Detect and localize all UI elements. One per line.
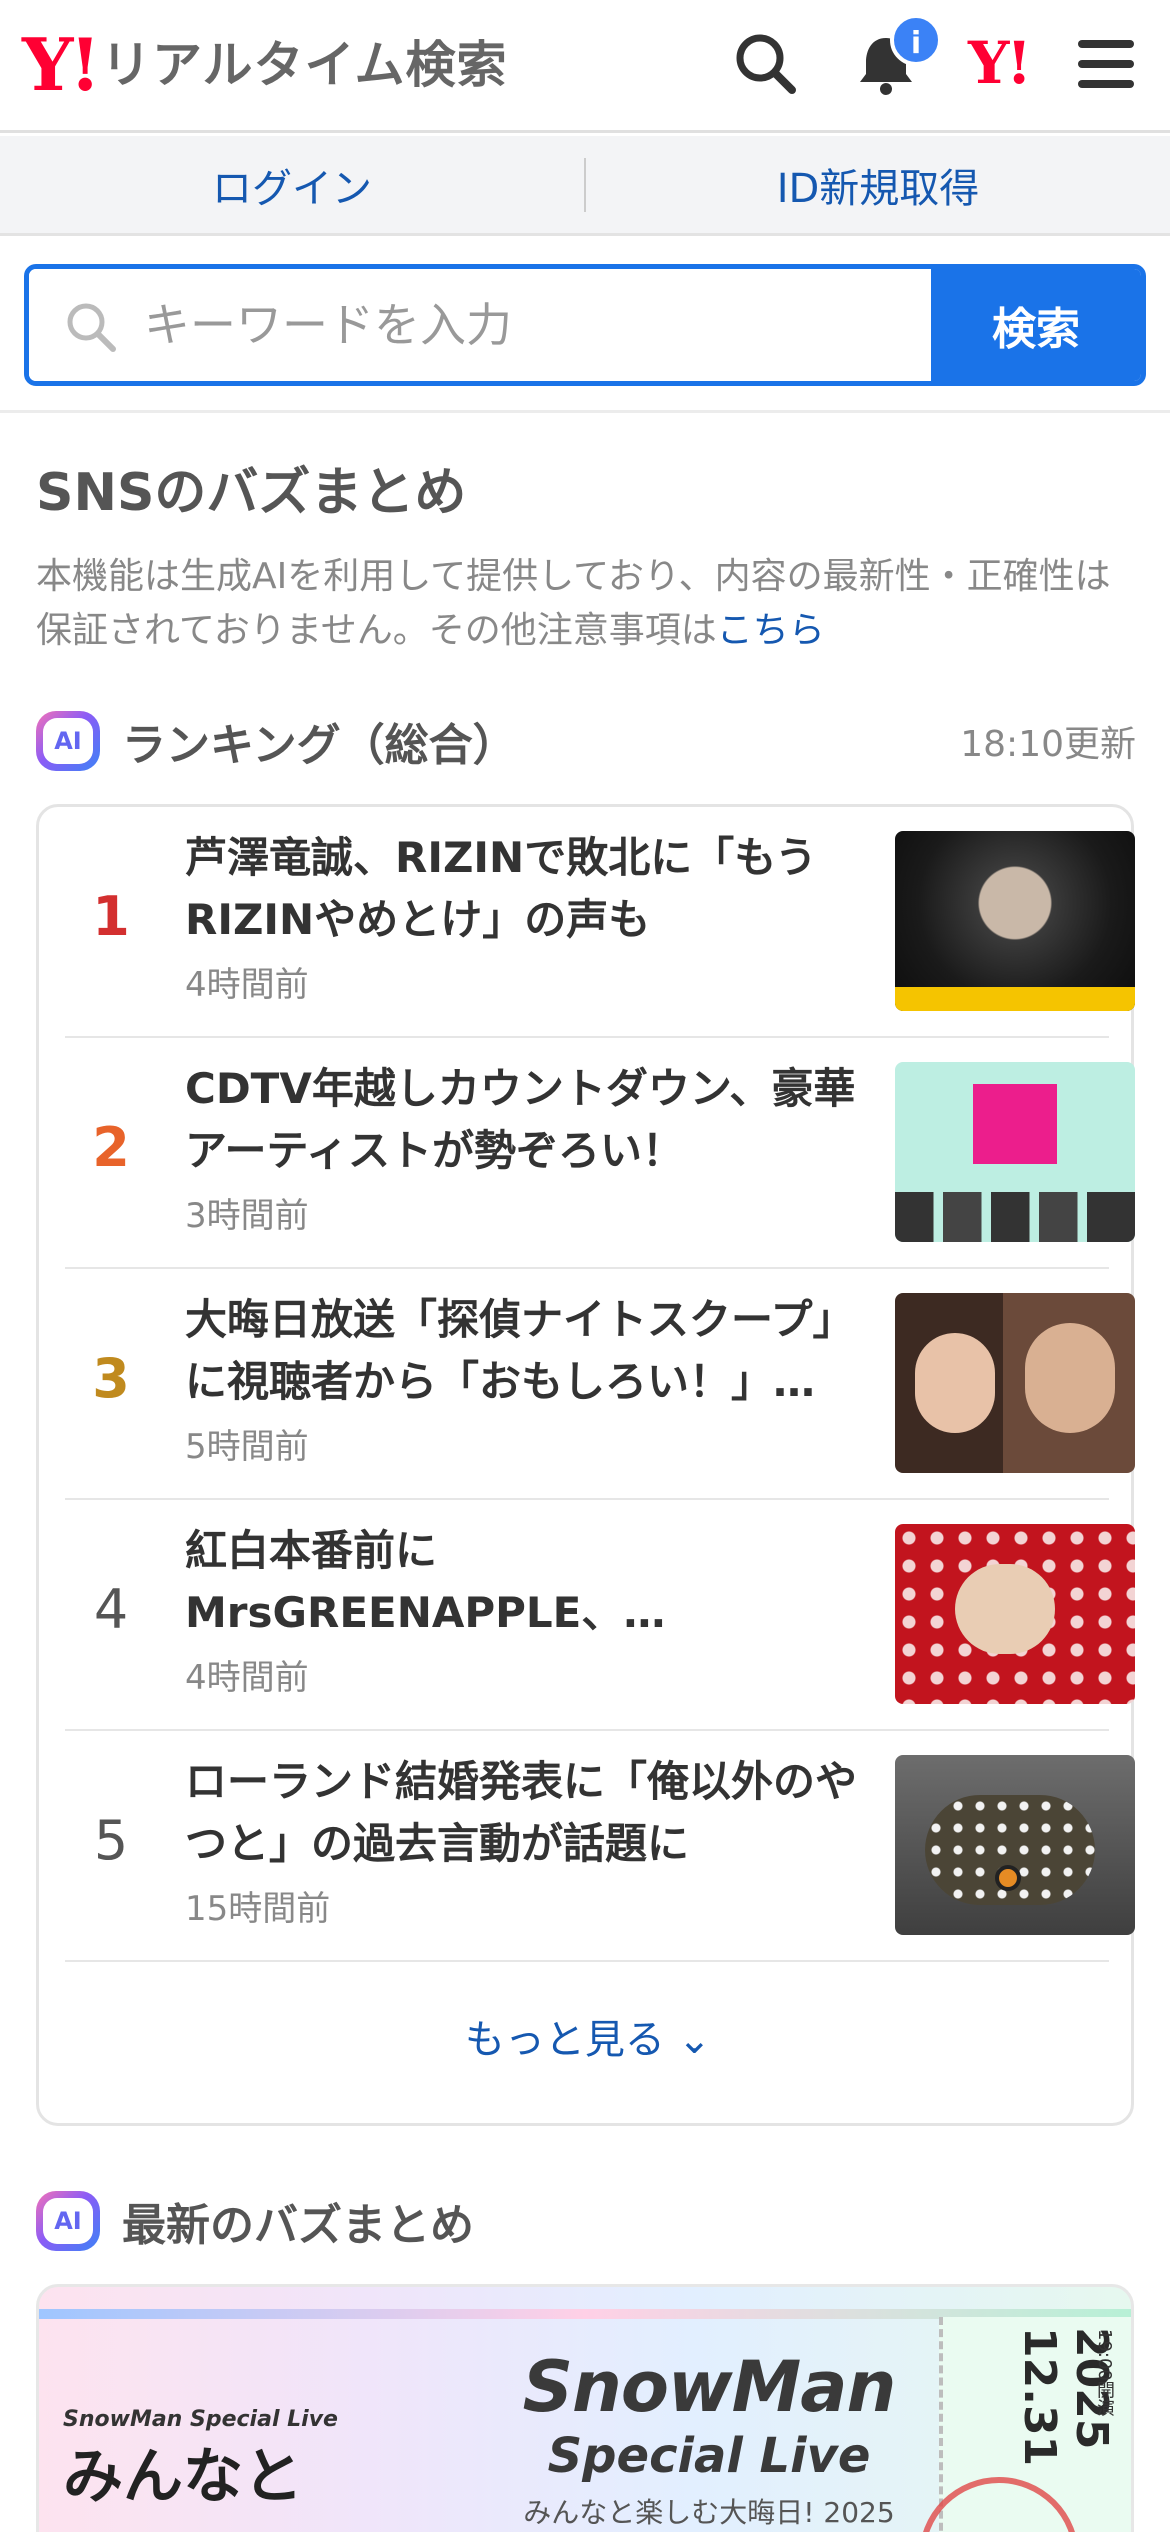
ranking-card: 1 芦澤竜誠、RIZINで敗北に「もうRIZINやめとけ」の声も 4時間前 2 …: [36, 804, 1137, 2126]
rank-number: 1: [92, 885, 130, 948]
ranking-item[interactable]: 3 大晦日放送「探偵ナイトスクープ」に視聴者から「おもしろい！」… 5時間前: [65, 1269, 1135, 1500]
search-input-icon: [67, 303, 116, 352]
ranking-headline: ローランド結婚発表に「俺以外のやつと」の過去言動が話題に: [185, 1757, 858, 1868]
rank-number: 2: [92, 1116, 130, 1179]
search-button[interactable]: 検索: [931, 269, 1141, 381]
ranking-time-ago: 3時間前: [185, 1196, 309, 1236]
ranking-thumbnail: [895, 831, 1135, 1011]
latest-banner[interactable]: SnowMan Special Live みんなと SnowMan Specia…: [36, 2284, 1134, 2532]
ai-icon: AI: [36, 2191, 100, 2251]
ranking-thumbnail: [895, 1524, 1135, 1704]
ranking-item-text: 芦澤竜誠、RIZINで敗北に「もうRIZINやめとけ」の声も 4時間前: [185, 827, 875, 1006]
disclaimer-link[interactable]: こちら: [717, 610, 825, 651]
login-link[interactable]: ログイン: [0, 156, 584, 214]
ranking-updated-time: 18:10更新: [960, 724, 1136, 765]
banner-main: SnowMan Special Live みんなと楽しむ大晦日! 2025: [459, 2347, 959, 2531]
ranking-headline: 紅白本番前にMrsGREENAPPLE、…: [185, 1526, 666, 1637]
search-form: 検索: [24, 264, 1146, 386]
rank-number: 3: [92, 1347, 130, 1410]
ranking-item-text: CDTV年越しカウントダウン、豪華アーティストが勢ぞろい！ 3時間前: [185, 1058, 875, 1237]
ranking-headline: CDTV年越しカウントダウン、豪華アーティストが勢ぞろい！: [185, 1064, 856, 1175]
ai-badge-label: AI: [43, 2198, 93, 2244]
auth-bar: ログイン ID新規取得: [0, 136, 1170, 236]
banner-brand: SnowMan: [522, 2346, 897, 2428]
yahoo-realtime-logo[interactable]: Y! リアルタイム検索: [22, 22, 508, 107]
banner-subtitle-2: みんなと楽しむ大晦日! 2025: [523, 2496, 895, 2529]
ranking-time-ago: 5時間前: [185, 1427, 309, 1467]
ranking-title: ランキング（総合）: [122, 720, 517, 771]
search-field-wrap: [29, 269, 931, 381]
ranking-item[interactable]: 2 CDTV年越しカウントダウン、豪華アーティストが勢ぞろい！ 3時間前: [65, 1038, 1135, 1269]
search-input[interactable]: [29, 269, 931, 381]
section-divider: [0, 410, 1170, 413]
ranking-thumbnail: [895, 1755, 1135, 1935]
notification-badge: i: [890, 14, 942, 66]
ranking-item-text: 大晦日放送「探偵ナイトスクープ」に視聴者から「おもしろい！」… 5時間前: [185, 1289, 875, 1468]
search-icon[interactable]: [730, 28, 802, 100]
ranking-thumbnail: [895, 1293, 1135, 1473]
ranking-item-text: ローランド結婚発表に「俺以外のやつと」の過去言動が話題に 15時間前: [185, 1751, 875, 1930]
banner-time: 19:00開演: [1094, 2329, 1115, 2417]
ranking-time-ago: 15時間前: [185, 1889, 331, 1929]
yahoo-top-link-icon[interactable]: Y!: [968, 34, 1032, 92]
banner-subtitle: Special Live: [547, 2428, 871, 2484]
latest-title: 最新のバズまとめ: [122, 2200, 474, 2251]
yahoo-logo-mark: Y!: [22, 22, 101, 107]
more-button[interactable]: もっと見る ⌄: [39, 2007, 1137, 2065]
disclaimer-text: 本機能は生成AIを利用して提供しており、内容の最新性・正確性は保証されておりませ…: [36, 550, 1136, 658]
ranking-item-text: 紅白本番前にMrsGREENAPPLE、… 4時間前: [185, 1520, 875, 1699]
ranking-item[interactable]: 4 紅白本番前にMrsGREENAPPLE、… 4時間前: [65, 1500, 1135, 1731]
app-header: Y! リアルタイム検索 i Y!: [0, 0, 1170, 133]
banner-left-logo: SnowMan Special Live みんなと: [63, 2407, 363, 2512]
rank-number: 4: [93, 1578, 129, 1641]
ranking-item[interactable]: 5 ローランド結婚発表に「俺以外のやつと」の過去言動が話題に 15時間前: [65, 1731, 1135, 1962]
ranking-time-ago: 4時間前: [185, 1658, 309, 1698]
banner-left-big: みんなと: [63, 2442, 303, 2512]
ranking-headline: 大晦日放送「探偵ナイトスクープ」に視聴者から「おもしろい！」…: [185, 1295, 855, 1406]
logo-text: リアルタイム検索: [101, 36, 508, 94]
ai-icon: AI: [36, 711, 100, 771]
ranking-thumbnail: [895, 1062, 1135, 1242]
latest-header: AI 最新のバズまとめ: [36, 2186, 474, 2256]
rank-number: 5: [93, 1809, 129, 1872]
banner-left-small: SnowMan Special Live: [63, 2407, 338, 2432]
section-title: SNSのバズまとめ: [36, 463, 467, 523]
ranking-headline: 芦澤竜誠、RIZINで敗北に「もうRIZINやめとけ」の声も: [185, 833, 817, 944]
disclaimer-body: 本機能は生成AIを利用して提供しており、内容の最新性・正確性は保証されておりませ…: [36, 556, 1111, 651]
ranking-time-ago: 4時間前: [185, 965, 309, 1005]
ranking-item[interactable]: 1 芦澤竜誠、RIZINで敗北に「もうRIZINやめとけ」の声も 4時間前: [65, 807, 1135, 1038]
signup-link[interactable]: ID新規取得: [586, 156, 1170, 214]
menu-icon[interactable]: [1070, 28, 1142, 100]
ai-badge-label: AI: [43, 718, 93, 764]
ranking-header: AI ランキング（総合） 18:10更新: [36, 706, 1136, 776]
